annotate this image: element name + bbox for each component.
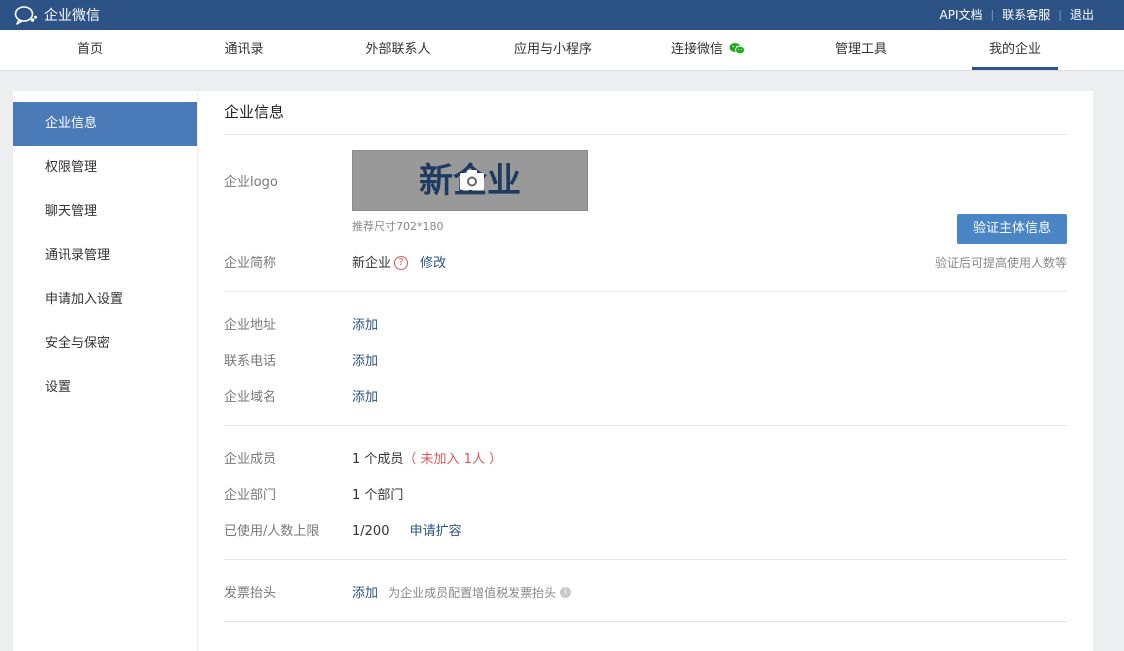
nav-my-enterprise[interactable]: 我的企业	[972, 30, 1058, 70]
divider	[224, 425, 1067, 426]
domain-label: 企业域名	[224, 390, 277, 405]
api-docs-link[interactable]: API文档	[940, 6, 983, 23]
divider	[224, 291, 1067, 292]
wechat-icon	[729, 42, 745, 54]
divider: |	[990, 8, 995, 21]
help-icon[interactable]: ?	[394, 255, 409, 270]
nav-connect-wechat[interactable]: 连接微信	[662, 30, 754, 70]
members-row: 1 个成员（ 未加入 1人 ）	[352, 448, 502, 467]
logout-link[interactable]: 退出	[1070, 6, 1094, 23]
verify-entity-button[interactable]: 验证主体信息	[957, 214, 1067, 244]
short-name-label: 企业简称	[224, 256, 277, 271]
add-invoice-link[interactable]: 添加	[352, 586, 378, 601]
address-label: 企业地址	[224, 318, 277, 333]
add-address-link[interactable]: 添加	[352, 314, 378, 333]
departments-label: 企业部门	[224, 488, 277, 503]
edit-short-name-link[interactable]: 修改	[420, 256, 446, 271]
invoice-label: 发票抬头	[224, 586, 277, 601]
main-panel: 企业信息 企业logo 新企业 推荐尺寸702*180 验证主体信息 验证后可提…	[198, 91, 1093, 651]
departments-count: 1 个部门	[352, 488, 404, 503]
sidebar-item-enterprise-info[interactable]: 企业信息	[13, 102, 197, 146]
sidebar-item-settings[interactable]: 设置	[13, 366, 197, 410]
divider	[224, 621, 1067, 622]
members-pending[interactable]: （ 未加入 1人 ）	[403, 452, 502, 467]
main-nav: 首页 通讯录 外部联系人 应用与小程序 连接微信 管理工具 我的企业	[0, 30, 1124, 71]
apply-expansion-link[interactable]: 申请扩容	[410, 524, 462, 539]
wecom-logo-icon	[14, 6, 37, 25]
nav-connect-wechat-label: 连接微信	[670, 42, 723, 57]
contact-support-link[interactable]: 联系客服	[1002, 6, 1050, 23]
logo-upload[interactable]: 新企业	[352, 150, 588, 211]
sidebar-item-contacts-management[interactable]: 通讯录管理	[13, 234, 197, 278]
divider	[224, 559, 1067, 560]
sidebar-item-security[interactable]: 安全与保密	[13, 322, 197, 366]
usage-row: 1/200 申请扩容	[352, 520, 462, 539]
nav-apps[interactable]: 应用与小程序	[496, 30, 610, 70]
sidebar: 企业信息 权限管理 聊天管理 通讯录管理 申请加入设置 安全与保密 设置	[13, 91, 197, 651]
phone-label: 联系电话	[224, 354, 277, 369]
nav-management-tools[interactable]: 管理工具	[820, 30, 902, 70]
add-phone-link[interactable]: 添加	[352, 350, 378, 369]
invoice-row: 添加 为企业成员配置增值税发票抬头 i	[352, 582, 572, 601]
info-icon[interactable]: i	[560, 587, 572, 598]
top-bar: 企业微信 API文档 | 联系客服 | 退出	[0, 0, 1124, 30]
nav-external-contacts[interactable]: 外部联系人	[348, 30, 448, 70]
members-count: 1 个成员	[352, 452, 404, 467]
nav-contacts[interactable]: 通讯录	[204, 30, 284, 70]
sidebar-item-chat-management[interactable]: 聊天管理	[13, 190, 197, 234]
nav-home[interactable]: 首页	[60, 30, 120, 70]
top-links: API文档 | 联系客服 | 退出	[940, 6, 1094, 23]
page-title: 企业信息	[224, 103, 285, 121]
divider	[224, 134, 1067, 135]
camera-icon	[460, 170, 484, 190]
verify-note: 验证后可提高使用人数等	[934, 256, 1067, 270]
logo-size-hint: 推荐尺寸702*180	[352, 220, 444, 233]
invoice-note: 为企业成员配置增值税发票抬头	[388, 586, 557, 600]
usage-value: 1/200	[352, 524, 390, 539]
members-label: 企业成员	[224, 452, 277, 467]
usage-label: 已使用/人数上限	[224, 524, 320, 539]
add-domain-link[interactable]: 添加	[352, 386, 378, 405]
short-name-row: 新企业? 修改	[352, 252, 446, 271]
brand[interactable]: 企业微信	[14, 5, 100, 25]
divider: |	[1058, 8, 1062, 21]
brand-name: 企业微信	[44, 8, 100, 24]
sidebar-item-join-settings[interactable]: 申请加入设置	[13, 278, 197, 322]
short-name-value: 新企业	[352, 256, 392, 271]
active-tab-indicator	[972, 67, 1058, 70]
logo-label: 企业logo	[224, 175, 278, 190]
sidebar-item-permissions[interactable]: 权限管理	[13, 146, 197, 190]
